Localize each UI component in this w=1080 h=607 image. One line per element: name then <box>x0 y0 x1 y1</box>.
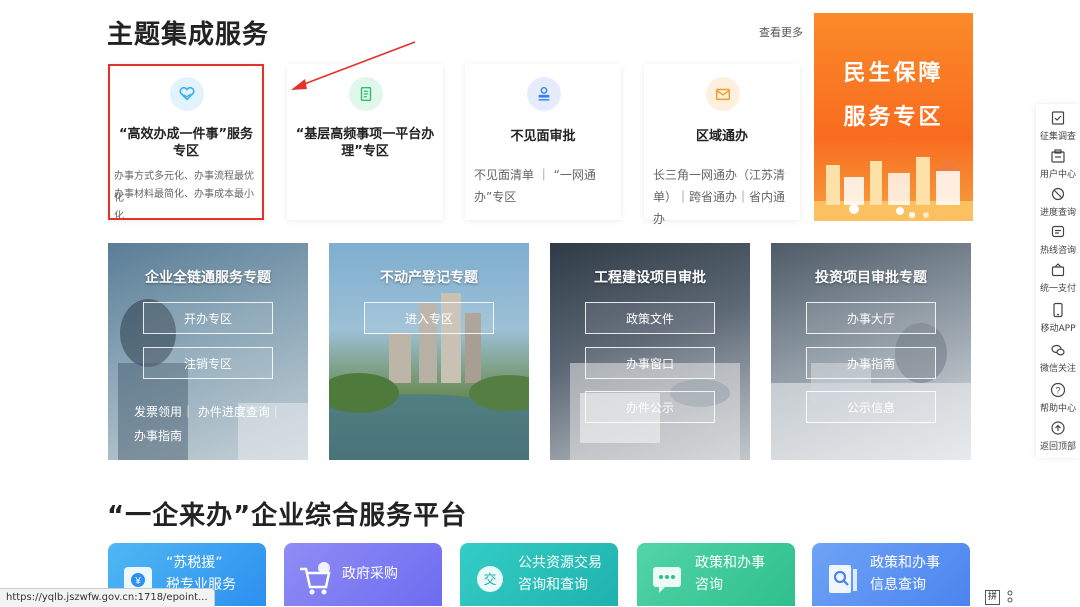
sidebar-item-progress[interactable]: 进度查询 <box>1036 186 1080 218</box>
tile-links[interactable]: 发票领用｜ 办件进度查询｜ <box>134 403 282 420</box>
progress-icon <box>1051 187 1065 201</box>
card-desc-line1[interactable]: 长三角一网通办（江苏清 <box>653 164 794 186</box>
policy-docs-button[interactable]: 政策文件 <box>585 302 715 334</box>
public-info-button[interactable]: 公示信息 <box>806 391 936 423</box>
sidebar-label: 移动APP <box>1040 324 1076 334</box>
sidebar-label: 帮助中心 <box>1039 404 1076 414</box>
tile-links-2[interactable]: 办事指南 <box>134 427 182 444</box>
sidebar-item-back-to-top[interactable]: 返回顶部 <box>1036 420 1080 452</box>
cart-icon <box>300 562 331 595</box>
service-hall-button[interactable]: 办事大厅 <box>806 302 936 334</box>
ime-toggle-icon[interactable] <box>1004 590 1016 604</box>
sidebar-item-mobile-app[interactable]: 移动APP <box>1036 302 1080 334</box>
platform-card-line1: 政策和办事 <box>870 555 940 571</box>
sidebar-item-help[interactable]: ? 帮助中心 <box>1036 382 1080 414</box>
platform-card-procurement[interactable]: 政府采购 <box>284 543 442 606</box>
payment-icon <box>1051 263 1065 277</box>
user-center-icon <box>1051 149 1065 163</box>
sidebar-label: 统一支付 <box>1039 284 1076 294</box>
banner-illustration <box>814 157 973 221</box>
ime-indicator[interactable]: 拼 <box>985 590 1000 605</box>
mail-icon <box>706 77 740 111</box>
tile-investment[interactable]: 投资项目审批专题 办事大厅 办事指南 公示信息 <box>771 243 971 460</box>
svg-text:¥: ¥ <box>134 576 141 587</box>
platform-section-title: “一企来办”企业综合服务平台 <box>107 501 468 531</box>
tile-title: 工程建设项目审批 <box>594 270 706 286</box>
right-sidebar: 征集调查 用户中心 进度查询 热线咨询 统一支付 移动APP 微信关注 ? 帮助… <box>1036 104 1080 458</box>
section-title: 主题集成服务 <box>107 20 270 50</box>
wechat-icon <box>1051 344 1065 356</box>
sidebar-label: 微信关注 <box>1039 364 1076 374</box>
sidebar-item-hotline[interactable]: 热线咨询 <box>1036 224 1080 256</box>
sidebar-label: 进度查询 <box>1039 208 1076 218</box>
mobile-icon <box>1053 302 1063 318</box>
open-zone-button[interactable]: 开办专区 <box>143 302 273 334</box>
enter-zone-button[interactable]: 进入专区 <box>364 302 494 334</box>
chat-icon <box>653 567 681 593</box>
platform-card-line1: 政府采购 <box>342 566 398 582</box>
selection-highlight <box>108 64 264 220</box>
survey-icon <box>1051 111 1065 125</box>
sidebar-label: 用户中心 <box>1039 170 1076 180</box>
tile-enterprise-chain[interactable]: 企业全链通服务专题 开办专区 注销专区 发票领用｜ 办件进度查询｜ 办事指南 <box>108 243 308 460</box>
card-desc-line2[interactable]: 单）｜跨省通办｜省内通办 <box>653 186 794 230</box>
svg-text:?: ? <box>1055 386 1060 396</box>
platform-card-resource-trade[interactable]: 交 公共资源交易 咨询和查询 <box>460 543 618 606</box>
card-title: 区域通办 <box>695 129 748 144</box>
sidebar-label: 返回顶部 <box>1039 442 1076 452</box>
stamp-icon <box>527 77 561 111</box>
platform-card-line2: 咨询 <box>695 577 723 593</box>
livelihood-banner[interactable]: 民生保障 服务专区 <box>814 13 973 221</box>
help-icon: ? <box>1050 382 1066 398</box>
sidebar-label: 征集调查 <box>1039 132 1076 142</box>
platform-card-line2: 信息查询 <box>870 577 926 593</box>
banner-title-line1: 民生保障 <box>843 61 944 86</box>
banner-title-line2: 服务专区 <box>843 105 944 130</box>
cancel-zone-button[interactable]: 注销专区 <box>143 347 273 379</box>
tile-title: 企业全链通服务专题 <box>145 270 271 286</box>
view-more-link[interactable]: 查看更多 <box>759 24 803 40</box>
platform-card-line2: 咨询和查询 <box>518 577 588 593</box>
platform-card-policy-search[interactable]: 政策和办事 信息查询 <box>812 543 970 606</box>
search-doc-icon <box>829 565 857 593</box>
tile-title: 投资项目审批专题 <box>815 270 927 286</box>
tile-title: 不动产登记专题 <box>380 270 478 286</box>
exchange-icon: 交 <box>477 566 503 592</box>
svg-text:交: 交 <box>483 572 496 588</box>
sidebar-label: 热线咨询 <box>1039 246 1076 256</box>
sidebar-item-payment[interactable]: 统一支付 <box>1036 262 1080 294</box>
back-to-top-icon <box>1051 421 1065 435</box>
service-window-button[interactable]: 办事窗口 <box>585 347 715 379</box>
service-card-regional[interactable]: 区域通办 长三角一网通办（江苏清 单）｜跨省通办｜省内通办 <box>644 64 800 226</box>
platform-card-policy-consult[interactable]: 政策和办事 咨询 <box>637 543 795 606</box>
status-bar-url: https://yqlb.jszwfw.gov.cn:1718/epoint..… <box>0 588 215 607</box>
platform-card-line1: 政策和办事 <box>695 555 765 571</box>
card-desc-line2[interactable]: 办”专区 <box>474 186 615 208</box>
card-title: 不见面审批 <box>510 129 576 144</box>
service-card-no-meeting[interactable]: 不见面审批 不见面清单 ｜ “一网通 办”专区 <box>465 64 621 220</box>
annotation-arrow <box>291 41 416 90</box>
platform-card-line1: “苏税援” <box>166 555 223 571</box>
sidebar-item-survey[interactable]: 征集调查 <box>1036 110 1080 142</box>
sidebar-item-wechat[interactable]: 微信关注 <box>1036 342 1080 374</box>
card-title: “基层高频事项一平台办理”专区 <box>295 127 435 159</box>
case-publicity-button[interactable]: 办件公示 <box>585 391 715 423</box>
sidebar-item-user-center[interactable]: 用户中心 <box>1036 148 1080 180</box>
tile-construction[interactable]: 工程建设项目审批 政策文件 办事窗口 办件公示 <box>550 243 750 460</box>
card-desc-line1[interactable]: 不见面清单 ｜ “一网通 <box>474 164 615 186</box>
tile-real-estate[interactable]: 不动产登记专题 进入专区 <box>329 243 529 460</box>
platform-card-line1: 公共资源交易 <box>518 555 602 571</box>
hotline-icon <box>1051 225 1065 238</box>
service-guide-button[interactable]: 办事指南 <box>806 347 936 379</box>
